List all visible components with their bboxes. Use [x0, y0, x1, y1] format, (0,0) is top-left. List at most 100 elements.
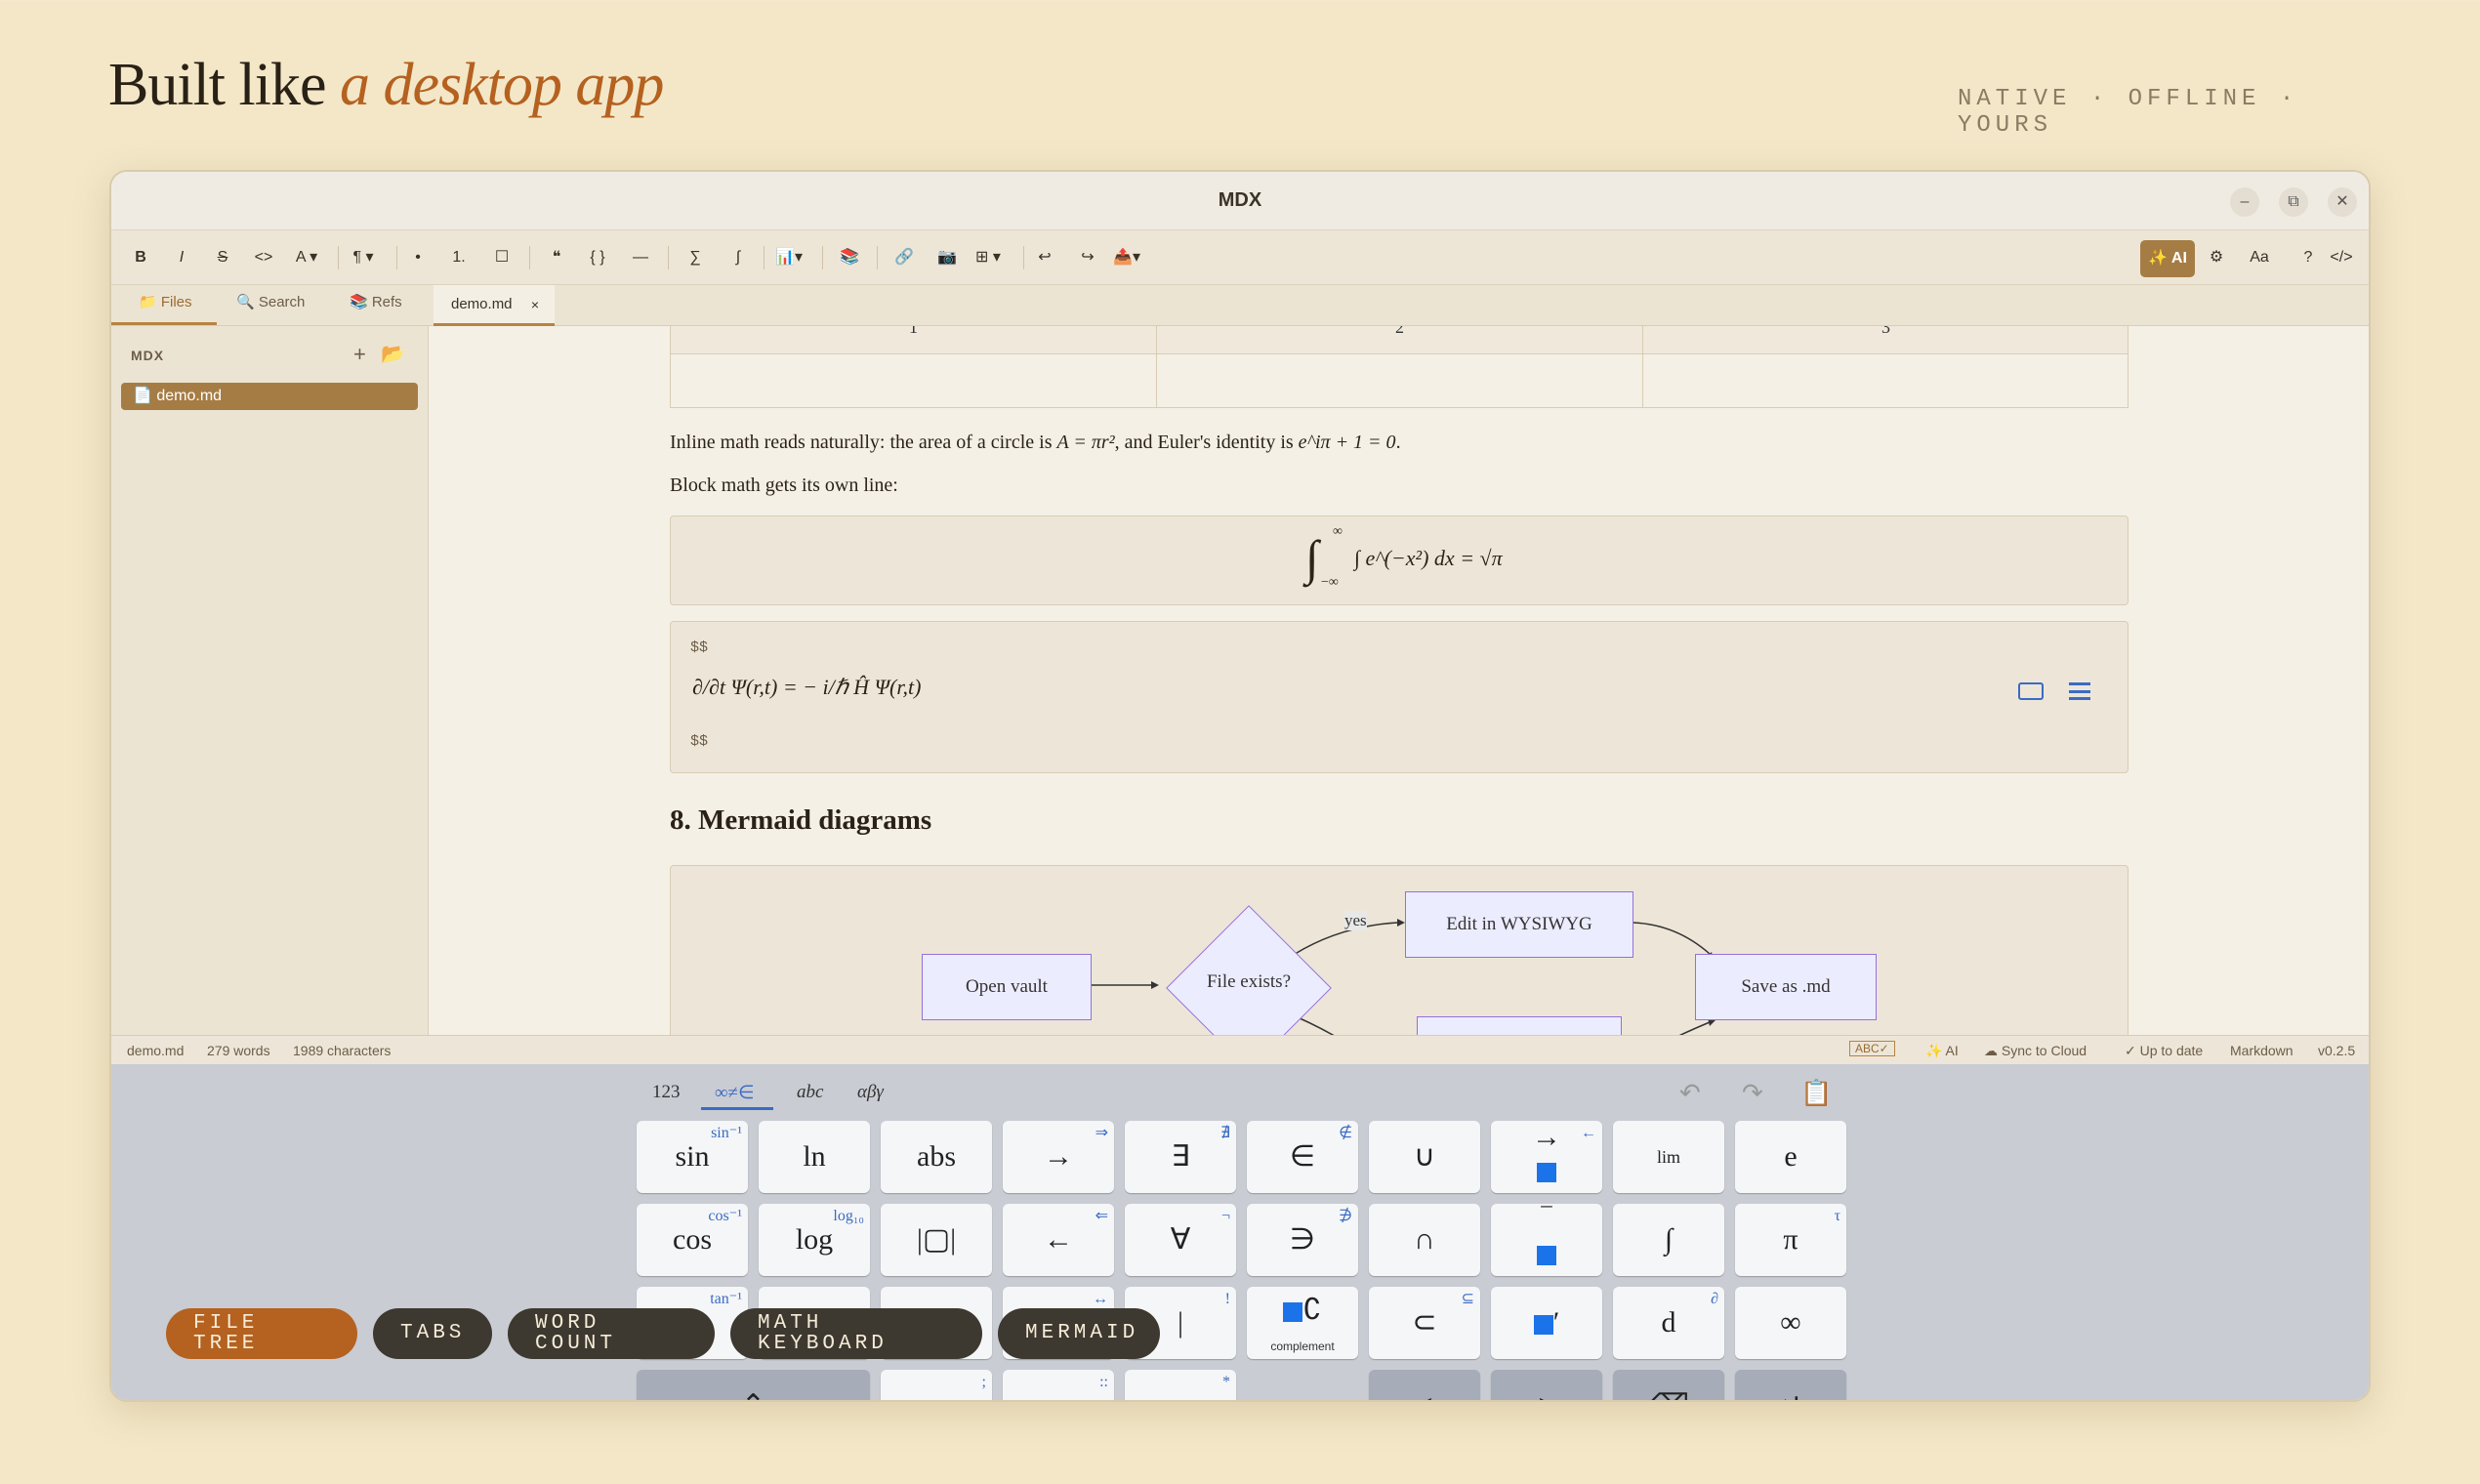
inline-math[interactable]: e^iπ + 1 = 0 [1299, 432, 1396, 453]
pill-word-count[interactable]: WORD COUNT [508, 1308, 715, 1359]
image-button[interactable]: 📷 [933, 244, 961, 271]
maximize-button[interactable]: ⧉ [2279, 187, 2308, 217]
key-overline[interactable]: ‾ [1491, 1204, 1602, 1276]
editor-pane[interactable]: 1 2 3 Inline math reads naturally: the a… [430, 326, 2369, 1035]
key-e[interactable]: e [1735, 1121, 1846, 1193]
math-source-formula[interactable]: ∂/∂t Ψ(r,t) = − i/ℏ Ĥ Ψ(r,t) [692, 675, 921, 700]
table-button[interactable]: ⊞ ▾ [974, 244, 1002, 271]
math-source-block[interactable]: $$ ∂/∂t Ψ(r,t) = − i/ℏ Ĥ Ψ(r,t) $$ [670, 621, 2129, 773]
block-math-button[interactable]: ∑ [682, 244, 709, 271]
italic-button[interactable]: I [168, 244, 195, 271]
blockquote-button[interactable]: ❝ [543, 244, 570, 271]
close-button[interactable]: ✕ [2328, 187, 2357, 217]
status-ai[interactable]: ✨ AI [1925, 1043, 1959, 1059]
help-button[interactable]: ? [2294, 244, 2322, 271]
key-left-arrow[interactable]: ← ⇐ [1003, 1204, 1114, 1276]
task-list-button[interactable]: ☐ [488, 244, 516, 271]
spellcheck-badge[interactable]: ABC✓ [1849, 1041, 1895, 1056]
numbered-list-button[interactable]: 1. [445, 244, 473, 271]
key-complement[interactable]: ∁ complement [1247, 1287, 1358, 1359]
key-union[interactable]: ∪ [1369, 1121, 1480, 1193]
tab-refs[interactable]: 📚 Refs [350, 293, 402, 310]
citation-button[interactable]: 📚 [836, 244, 863, 271]
key-limit[interactable]: lim [1613, 1121, 1724, 1193]
key-differential[interactable]: d ∂ [1613, 1287, 1724, 1359]
pill-tabs[interactable]: TABS [373, 1308, 492, 1359]
key-subset[interactable]: ⊂ ⊆ [1369, 1287, 1480, 1359]
inline-code-button[interactable]: <> [250, 244, 277, 271]
export-button[interactable]: 📤▾ [1113, 244, 1140, 271]
kb-redo-icon[interactable]: ↷ [1742, 1078, 1763, 1108]
status-mode[interactable]: Markdown [2230, 1043, 2294, 1058]
key-intersection[interactable]: ∩ [1369, 1204, 1480, 1276]
inline-math[interactable]: A = πr² [1056, 432, 1114, 453]
key-backspace[interactable]: ⌫ [1613, 1370, 1724, 1400]
toolbar-divider [668, 246, 669, 269]
key-semicolon[interactable]: ; [881, 1370, 992, 1400]
bullet-list-button[interactable]: • [404, 244, 432, 271]
key-abs-bars[interactable]: |▢| [881, 1204, 992, 1276]
kb-tab-greek[interactable]: αβγ [857, 1082, 884, 1103]
key-cursor-right[interactable]: > [1491, 1370, 1602, 1400]
clipboard-icon[interactable]: 📋 [1800, 1078, 1832, 1108]
kb-tab-letters[interactable]: abc [797, 1082, 823, 1103]
key-cursor-left[interactable]: < [1369, 1370, 1480, 1400]
key-prime[interactable]: ′ [1491, 1287, 1602, 1359]
key-sin[interactable]: sin sin⁻¹ [637, 1121, 748, 1193]
key-enter[interactable]: ↵ [1735, 1370, 1846, 1400]
chart-button[interactable]: 📊▾ [775, 244, 803, 271]
key-ln[interactable]: ln [759, 1121, 870, 1193]
key-contains[interactable]: ∋ ∌ [1247, 1204, 1358, 1276]
key-shift[interactable]: ⌃ [637, 1370, 870, 1400]
key-integral[interactable]: ∫ [1613, 1204, 1724, 1276]
text-color-button[interactable]: A ▾ [293, 244, 320, 271]
redo-button[interactable]: ↪ [1074, 244, 1101, 271]
tab-files[interactable]: 📁 Files [139, 293, 192, 310]
key-vector[interactable]: → ← [1491, 1121, 1602, 1193]
minimize-button[interactable]: – [2230, 187, 2259, 217]
keyboard-icon[interactable] [2018, 682, 2044, 700]
paragraph-style-button[interactable]: ¶ ▾ [350, 244, 377, 271]
menu-icon[interactable] [2069, 682, 2090, 700]
key-right-arrow[interactable]: → ⇒ [1003, 1121, 1114, 1193]
section-heading: 8. Mermaid diagrams [670, 804, 932, 836]
ai-button[interactable]: ✨ AI [2140, 240, 2195, 277]
key-exists[interactable]: ∃ ∄ [1125, 1121, 1236, 1193]
pill-math-keyboard[interactable]: MATH KEYBOARD [730, 1308, 982, 1359]
link-button[interactable]: 🔗 [890, 244, 918, 271]
horizontal-rule-button[interactable]: — [627, 244, 654, 271]
key-comma[interactable]: ,:: [1003, 1370, 1114, 1400]
key-infinity[interactable]: ∞ [1735, 1287, 1846, 1359]
kb-tab-symbols[interactable]: ∞≠∈ [715, 1082, 755, 1104]
file-tree-item[interactable]: 📄 demo.md [121, 383, 418, 410]
bold-button[interactable]: B [127, 244, 154, 271]
code-block-button[interactable]: { } [584, 244, 611, 271]
key-cos[interactable]: cos cos⁻¹ [637, 1204, 748, 1276]
key-for-all[interactable]: ∀ ¬ [1125, 1204, 1236, 1276]
font-settings-button[interactable]: Aa [2246, 244, 2273, 271]
key-abs[interactable]: abs [881, 1121, 992, 1193]
kb-tab-numbers[interactable]: 123 [652, 1082, 681, 1103]
new-file-button[interactable]: + [353, 342, 366, 367]
hero-title: Built like a desktop app [108, 51, 664, 120]
kb-undo-icon[interactable]: ↶ [1679, 1078, 1701, 1108]
flow-edge [1285, 922, 1398, 961]
source-view-button[interactable]: </> [2328, 244, 2355, 271]
gear-icon[interactable]: ⚙ [2203, 244, 2230, 271]
pill-mermaid[interactable]: MERMAID [998, 1308, 1160, 1359]
inline-math-button[interactable]: ∫ [724, 244, 752, 271]
mermaid-diagram[interactable]: Open vault File exists? yes Edit in WYSI… [670, 865, 2129, 1035]
pill-file-tree[interactable]: FILE TREE [166, 1308, 357, 1359]
rendered-math-block[interactable]: ∫ ∞ −∞ ∫ e^(−x²) dx = √π [670, 515, 2129, 605]
key-element-of[interactable]: ∈ ∉ [1247, 1121, 1358, 1193]
tab-search[interactable]: 🔍 Search [236, 293, 305, 310]
undo-button[interactable]: ↩ [1031, 244, 1058, 271]
document-tab[interactable]: demo.md × [434, 285, 555, 326]
key-log[interactable]: log log₁₀ [759, 1204, 870, 1276]
key-period[interactable]: .* [1125, 1370, 1236, 1400]
key-pi[interactable]: πτ [1735, 1204, 1846, 1276]
close-tab-icon[interactable]: × [531, 285, 539, 324]
sync-to-cloud-button[interactable]: ☁ Sync to Cloud [1984, 1043, 2087, 1059]
strikethrough-button[interactable]: S [209, 244, 236, 271]
open-folder-icon[interactable]: 📂 [381, 342, 405, 366]
